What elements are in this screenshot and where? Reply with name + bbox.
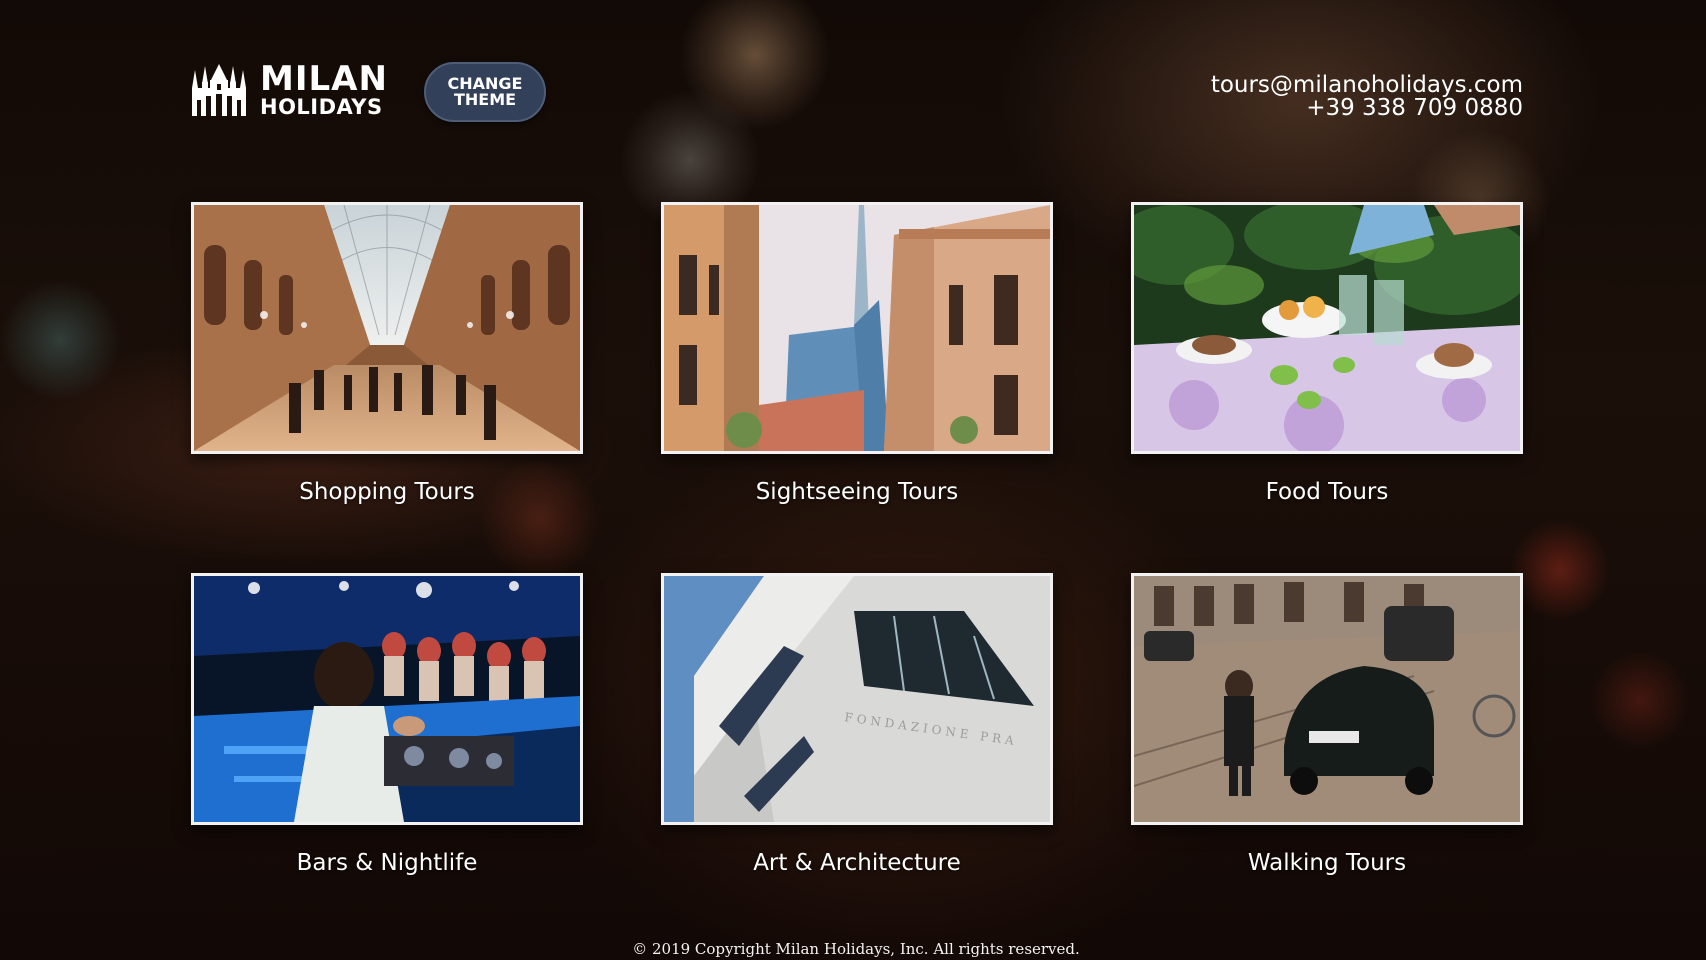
change-theme-button[interactable]: CHANGE THEME: [424, 62, 546, 122]
brand-line-1: MILAN: [260, 59, 388, 99]
tour-card-food[interactable]: Food Tours: [1131, 202, 1523, 505]
tour-label[interactable]: Art & Architecture: [661, 850, 1053, 876]
skyline-photo[interactable]: [661, 202, 1053, 454]
footer-copyright: © 2019 Copyright Milan Holidays, Inc. Al…: [632, 940, 1080, 958]
brand-name: MILAN HOLIDAYS: [260, 62, 388, 118]
tour-card-art[interactable]: FONDAZIONE PRA Art & Architecture: [661, 573, 1053, 876]
street-car-photo[interactable]: [1131, 573, 1523, 825]
contact-email[interactable]: tours@milanoholidays.com: [1211, 74, 1523, 97]
tour-label[interactable]: Sightseeing Tours: [661, 479, 1053, 505]
tour-card-nightlife[interactable]: Bars & Nightlife: [191, 573, 583, 876]
contact-info: tours@milanoholidays.com +39 338 709 088…: [1211, 74, 1523, 120]
tour-card-shopping[interactable]: Shopping Tours: [191, 202, 583, 505]
duomo-icon: [192, 64, 246, 116]
food-table-photo[interactable]: [1131, 202, 1523, 454]
galleria-photo[interactable]: [191, 202, 583, 454]
dj-concert-photo[interactable]: [191, 573, 583, 825]
tour-label[interactable]: Walking Tours: [1131, 850, 1523, 876]
tour-label[interactable]: Bars & Nightlife: [191, 850, 583, 876]
tour-card-walking[interactable]: Walking Tours: [1131, 573, 1523, 876]
brand-logo[interactable]: MILAN HOLIDAYS: [190, 62, 388, 118]
brand-line-2: HOLIDAYS: [260, 95, 383, 119]
tour-label[interactable]: Food Tours: [1131, 479, 1523, 505]
tour-label[interactable]: Shopping Tours: [191, 479, 583, 505]
tour-card-sightseeing[interactable]: Sightseeing Tours: [661, 202, 1053, 505]
change-theme-label-2: THEME: [453, 90, 517, 109]
contact-phone[interactable]: +39 338 709 0880: [1211, 97, 1523, 120]
modern-building-photo[interactable]: FONDAZIONE PRA: [661, 573, 1053, 825]
